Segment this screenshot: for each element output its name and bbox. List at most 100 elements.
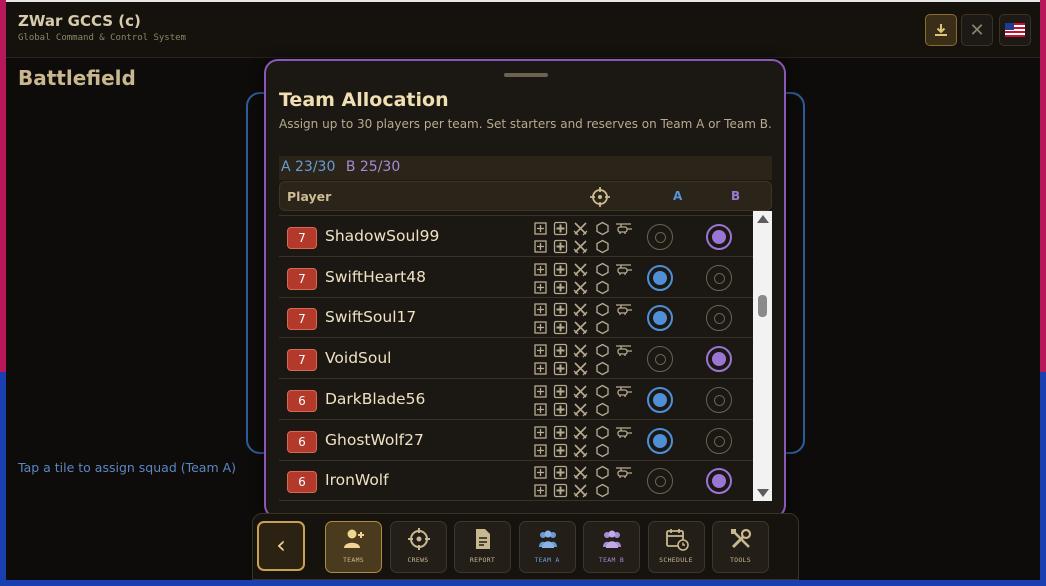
scroll-thumb[interactable]	[758, 295, 767, 317]
hexagon-icon	[596, 384, 609, 399]
squad-icon	[534, 385, 547, 398]
medic-icon	[553, 303, 568, 317]
squad-icon	[534, 263, 547, 276]
player-row-partial	[279, 211, 753, 217]
hexagon-icon	[596, 303, 609, 317]
team-b-radio[interactable]	[706, 427, 732, 454]
list-scrollbar[interactable]	[753, 211, 772, 501]
team-b-radio[interactable]	[706, 468, 732, 495]
add-user-icon	[342, 527, 366, 551]
hexagon-icon	[596, 465, 609, 480]
header-player: Player	[287, 189, 332, 204]
level-badge: 6	[287, 471, 317, 494]
crossed-swords-icon	[573, 240, 588, 254]
role-toggles[interactable]	[533, 423, 643, 459]
team-b-radio[interactable]	[706, 264, 732, 291]
nav-schedule[interactable]: SCHEDULE	[647, 521, 705, 573]
crossed-swords-icon	[573, 263, 588, 277]
role-toggles[interactable]	[533, 463, 643, 499]
role-toggles[interactable]	[533, 382, 643, 418]
nav-label: TEAM A	[534, 556, 560, 564]
crossed-swords-icon	[573, 222, 588, 236]
player-name: IronWolf	[325, 471, 389, 490]
team-b-radio[interactable]	[706, 386, 732, 413]
helicopter-icon	[616, 264, 632, 275]
back-button[interactable]: ‹	[257, 521, 305, 571]
page-title: Battlefield	[18, 66, 136, 90]
crossed-swords-icon	[573, 443, 588, 457]
role-toggles[interactable]	[533, 260, 643, 296]
squad-icon	[534, 281, 547, 294]
level-badge: 7	[287, 308, 317, 331]
crossed-swords-icon	[573, 281, 588, 295]
team-b-radio[interactable]	[706, 305, 732, 332]
language-button[interactable]	[999, 14, 1031, 46]
crosshair-icon	[407, 527, 431, 551]
team-a-radio[interactable]	[647, 346, 673, 373]
team-b-radio[interactable]	[706, 224, 732, 250]
header-team-b: B	[731, 189, 741, 203]
team-icon	[536, 527, 560, 551]
squad-icon	[534, 240, 547, 253]
medic-icon	[553, 425, 568, 439]
team-counts: A 23/30 B 25/30	[279, 156, 772, 180]
player-row: 7 ShadowSoul99	[279, 217, 753, 257]
player-name: VoidSoul	[325, 349, 392, 368]
squad-icon	[534, 443, 547, 457]
helicopter-icon	[616, 467, 632, 479]
close-button[interactable]: ✕	[961, 14, 993, 46]
nav-report[interactable]: REPORT	[454, 521, 511, 573]
modal-title: Team Allocation	[279, 89, 449, 111]
app-subtitle: Global Command & Control System	[18, 33, 186, 43]
nav-team-b[interactable]: TEAM B	[583, 521, 640, 573]
player-name: ShadowSoul99	[325, 227, 440, 245]
hexagon-icon	[596, 425, 609, 439]
nav-crews[interactable]: CREWS	[389, 521, 447, 573]
nav-team-a[interactable]: TEAM A	[518, 521, 576, 573]
crosshair-icon	[590, 187, 610, 207]
team-a-radio[interactable]	[647, 427, 673, 454]
chevron-left-icon: ‹	[276, 531, 286, 559]
medic-icon	[553, 466, 568, 480]
squad-icon	[534, 484, 547, 497]
squad-icon	[534, 403, 547, 416]
crossed-swords-icon	[573, 385, 588, 399]
hexagon-icon	[596, 280, 609, 294]
drag-handle[interactable]	[504, 73, 548, 77]
hexagon-icon	[596, 343, 609, 358]
nav-label: TOOLS	[729, 556, 752, 564]
role-toggles[interactable]	[533, 300, 643, 336]
scroll-up-arrow[interactable]	[757, 215, 769, 223]
team-allocation-modal: Team Allocation Assign up to 30 players …	[264, 59, 786, 519]
team-a-radio[interactable]	[647, 386, 673, 413]
player-list[interactable]: 7 ShadowSoul99 7 SwiftHeart48 7 SwiftSou…	[279, 211, 753, 501]
nav-label: CREWS	[407, 556, 429, 564]
squad-icon	[534, 466, 547, 479]
us-flag-icon	[1005, 23, 1025, 37]
hexagon-icon	[596, 262, 609, 276]
player-row: 6 IronWolf	[279, 461, 753, 501]
helicopter-icon	[616, 426, 632, 438]
download-button[interactable]	[925, 14, 957, 46]
header-team-a: A	[673, 189, 683, 203]
role-toggles[interactable]	[533, 219, 643, 255]
team-a-count: A 23/30	[281, 159, 336, 175]
level-badge: 7	[287, 267, 317, 290]
team-a-radio[interactable]	[647, 224, 673, 250]
team-a-radio[interactable]	[647, 305, 673, 332]
crossed-swords-icon	[573, 403, 588, 417]
team-b-radio[interactable]	[706, 346, 732, 373]
nav-tools[interactable]: TOOLS	[712, 521, 769, 573]
squad-icon	[534, 425, 547, 439]
team-a-radio[interactable]	[647, 264, 673, 291]
nav-teams[interactable]: TEAMS	[325, 521, 382, 573]
hexagon-icon	[596, 443, 609, 457]
app-title: ZWar GCCS (c)	[18, 12, 141, 30]
close-icon: ✕	[969, 19, 985, 41]
scroll-down-arrow[interactable]	[757, 489, 769, 497]
crossed-swords-icon	[573, 303, 588, 317]
role-toggles[interactable]	[533, 341, 643, 377]
helicopter-icon	[616, 304, 632, 316]
team-a-radio[interactable]	[647, 468, 673, 495]
calendar-clock-icon	[665, 527, 689, 551]
